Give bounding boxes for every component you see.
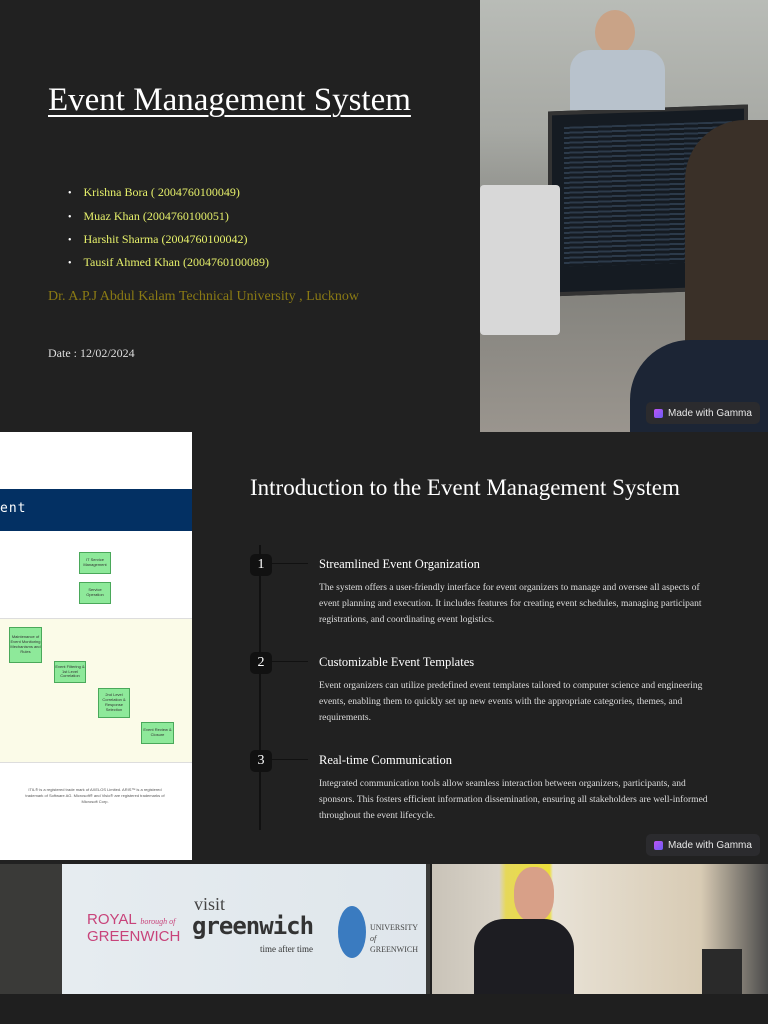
gamma-logo-icon (654, 408, 663, 418)
sponsor-screen: ROYAL borough of GREENWICH visit greenwic… (62, 864, 426, 994)
item-body: Integrated communication tools allow sea… (319, 779, 708, 821)
diagram-box: Maintenance of Event Monitoring Mechanis… (9, 627, 42, 663)
member-name: Tausif Ahmed Khan (2004760100089) (83, 255, 269, 269)
made-with-gamma-badge[interactable]: Made with Gamma (646, 402, 760, 424)
step-number: 2 (250, 652, 272, 674)
royal-greenwich-logo: ROYAL borough of GREENWICH (87, 911, 181, 945)
connector-line (272, 563, 308, 564)
university-name: Dr. A.P.J Abdul Kalam Technical Universi… (48, 289, 360, 304)
connector-line (272, 759, 308, 760)
member-item: • Muaz Khan (2004760100051) (68, 209, 229, 223)
step-number: 3 (250, 750, 272, 772)
speaker-image (514, 867, 554, 922)
member-item: • Tausif Ahmed Khan (2004760100089) (68, 255, 269, 269)
item-heading: Real-time Communication (319, 753, 452, 767)
speaker-photo (432, 864, 768, 994)
diagram-box: 2nd Level Correlation & Response Selecti… (98, 688, 130, 718)
person-image (570, 50, 665, 110)
made-with-gamma-badge[interactable]: Made with Gamma (646, 834, 760, 856)
university-logo: UNIVERSITY of GREENWICH (370, 923, 418, 954)
member-item: • Harshit Sharma (2004760100042) (68, 232, 248, 246)
diagram-box: IT Service Management (79, 552, 111, 574)
university-crest-icon (338, 906, 366, 958)
date-text: Date : 12/02/2024 (48, 346, 135, 360)
connector-line (272, 661, 308, 662)
diagram-box: Event Filtering & 1st Level Correlation (54, 661, 86, 683)
title-slide: Event Management System • Krishna Bora ( … (0, 0, 768, 432)
diagram-banner: ent (0, 489, 192, 531)
member-name: Muaz Khan (2004760100051) (83, 209, 229, 223)
laptop-image (480, 185, 560, 335)
timeline-line (259, 545, 261, 830)
office-photo: Made with Gamma (480, 0, 768, 432)
diagram-box: Service Operation (79, 582, 111, 604)
item-body: Event organizers can utilize predefined … (319, 681, 703, 723)
visit-greenwich-logo: greenwich (192, 912, 314, 940)
diagram-box: Event Review & Closure (141, 722, 174, 744)
gamma-logo-icon (654, 840, 663, 850)
member-item: • Krishna Bora ( 2004760100049) (68, 185, 240, 199)
slide-title: Event Management System (48, 82, 411, 118)
member-name: Harshit Sharma (2004760100042) (83, 232, 248, 246)
speaker-image (474, 919, 574, 994)
badge-label: Made with Gamma (668, 407, 752, 419)
diagram-footer: ITIL® is a registered trade mark of AXEL… (25, 787, 165, 804)
item-heading: Streamlined Event Organization (319, 557, 480, 571)
item-body: The system offers a user-friendly interf… (319, 583, 702, 625)
step-number: 1 (250, 554, 272, 576)
badge-label: Made with Gamma (668, 839, 752, 851)
event-management-diagram: ent IT Service Management Service Operat… (0, 432, 192, 860)
person-image (595, 10, 635, 55)
slide-title: Introduction to the Event Management Sys… (250, 475, 680, 500)
podium-monitor-image (702, 949, 742, 994)
item-heading: Customizable Event Templates (319, 655, 475, 669)
tagline: time after time (260, 944, 313, 954)
member-name: Krishna Bora ( 2004760100049) (83, 185, 240, 199)
